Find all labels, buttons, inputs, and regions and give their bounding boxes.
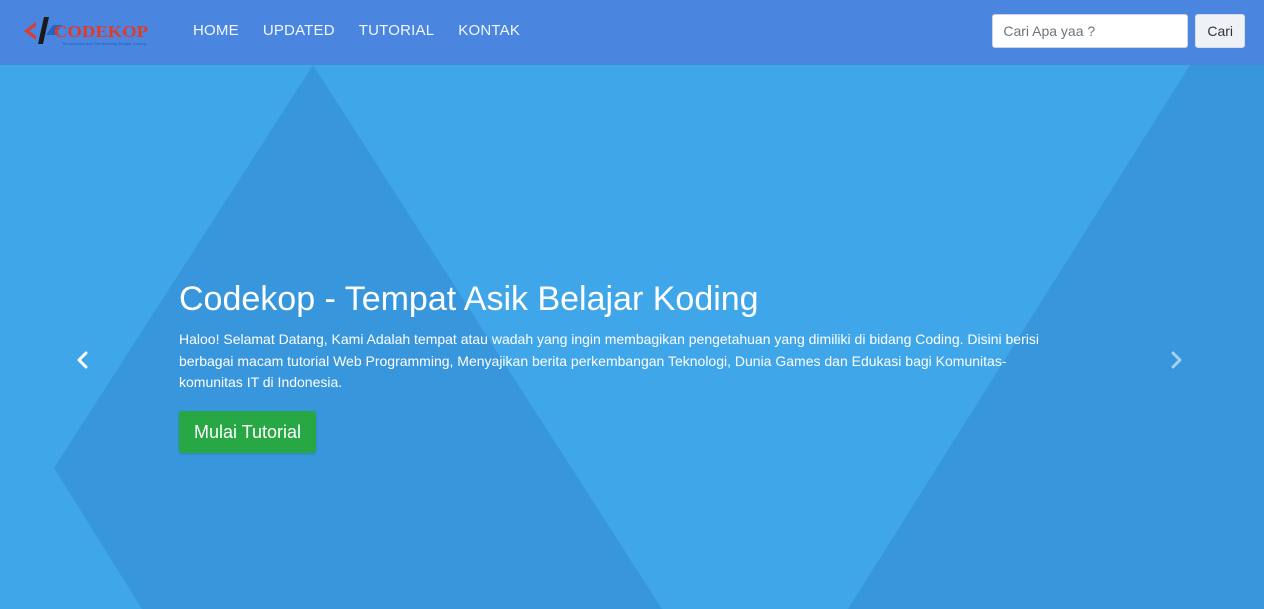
nav-updated[interactable]: UPDATED: [251, 22, 347, 39]
nav-kontak[interactable]: KONTAK: [446, 22, 532, 39]
chevron-right-icon: [1171, 351, 1182, 369]
chevron-left-icon: [77, 351, 88, 369]
search-button[interactable]: Cari: [1195, 14, 1245, 48]
hero-description: Haloo! Selamat Datang, Kami Adalah tempa…: [179, 331, 1039, 390]
search-input[interactable]: [992, 14, 1189, 48]
nav-home[interactable]: HOME: [181, 22, 251, 39]
logo-graphic: CODEKOP Tempat Asik dan Pembimbing Belaj…: [24, 17, 148, 46]
main-nav: HOME UPDATED TUTORIAL KONTAK: [181, 0, 532, 61]
start-tutorial-button[interactable]: Mulai Tutorial: [179, 410, 317, 453]
codekop-logo[interactable]: CODEKOP Tempat Asik dan Pembimbing Belaj…: [22, 14, 152, 48]
hero-carousel: Codekop - Tempat Asik Belajar Koding Hal…: [0, 65, 1264, 609]
hero-title: Codekop - Tempat Asik Belajar Koding: [179, 280, 759, 318]
navbar: CODEKOP Tempat Asik dan Pembimbing Belaj…: [0, 0, 1264, 65]
search-form: Cari: [992, 14, 1245, 48]
carousel-next-button[interactable]: [1164, 345, 1188, 375]
nav-tutorial[interactable]: TUTORIAL: [347, 22, 447, 39]
svg-text:CODEKOP: CODEKOP: [54, 22, 148, 41]
carousel-prev-button[interactable]: [71, 345, 95, 375]
carousel-caption: Codekop - Tempat Asik Belajar Koding Hal…: [179, 277, 1079, 453]
svg-text:Tempat Asik dan Pembimbing Bel: Tempat Asik dan Pembimbing Belajar Kodin…: [62, 41, 146, 46]
